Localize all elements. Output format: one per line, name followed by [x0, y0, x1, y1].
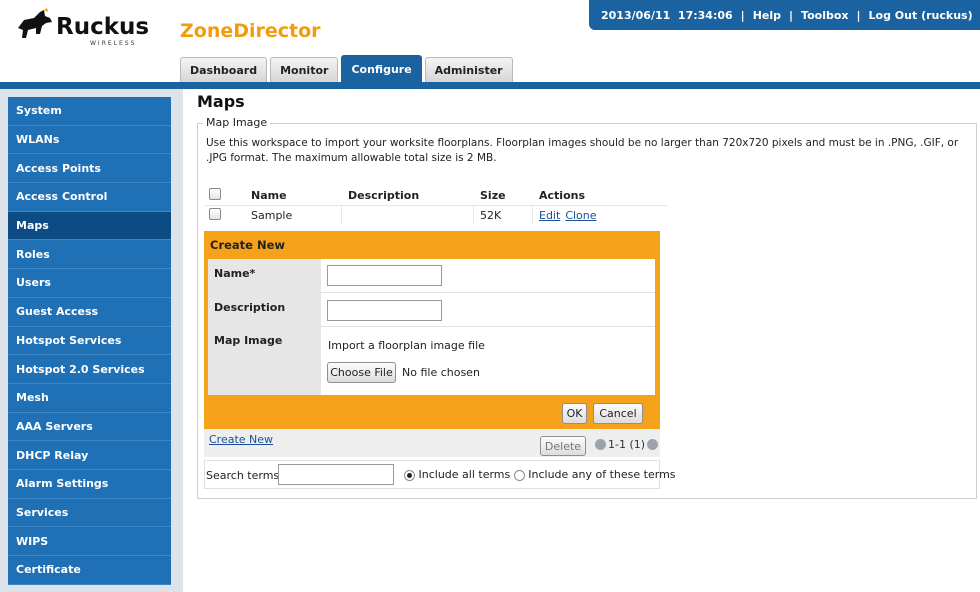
row-name: Sample	[230, 206, 342, 224]
sidebar-item-access-points[interactable]: Access Points	[8, 154, 171, 184]
separator: |	[789, 8, 794, 22]
top-bar: 2013/06/11 17:34:06 | Help | Toolbox | L…	[589, 0, 980, 30]
sidebar-item-wips[interactable]: WIPS	[8, 527, 171, 556]
sidebar-item-users[interactable]: Users	[8, 269, 171, 298]
sidebar-item-system[interactable]: System	[8, 97, 171, 126]
sidebar-item-roles[interactable]: Roles	[8, 240, 171, 270]
sidebar-item-maps[interactable]: Maps	[8, 211, 171, 241]
logo-word: Ruckus	[56, 14, 150, 40]
section-description: Use this workspace to import your worksi…	[206, 137, 959, 164]
sidebar-item-hotspot-2-services[interactable]: Hotspot 2.0 Services	[8, 355, 171, 384]
tab-underline-bar	[0, 82, 980, 89]
sidebar-item-mesh[interactable]: Mesh	[8, 383, 171, 413]
sidebar-item-services[interactable]: Services	[8, 498, 171, 528]
map-image-field-cell: Import a floorplan image file Choose Fil…	[321, 327, 655, 395]
sidebar-item-aaa-servers[interactable]: AAA Servers	[8, 412, 171, 442]
separator: |	[740, 8, 745, 22]
dog-logo-icon	[18, 8, 52, 38]
choose-file-button[interactable]: Choose File	[327, 362, 396, 383]
logo-subtitle: WIRELESS	[90, 40, 137, 47]
delete-button[interactable]: Delete	[540, 436, 586, 456]
select-all-checkbox[interactable]	[209, 188, 221, 200]
pager: 1-1 (1)	[595, 438, 659, 451]
tab-dashboard[interactable]: Dashboard	[180, 57, 268, 82]
column-header-actions: Actions	[539, 189, 585, 202]
tab-administer[interactable]: Administer	[424, 57, 513, 82]
row-size: 52K	[474, 206, 533, 224]
description-label: Description	[208, 293, 321, 327]
sidebar-item-guest-access[interactable]: Guest Access	[8, 297, 171, 327]
column-header-size[interactable]: Size	[474, 186, 533, 205]
section-legend: Map Image	[203, 116, 271, 129]
table-row: Sample 52K Edit Clone	[205, 205, 667, 224]
include-any-radio[interactable]	[513, 469, 525, 481]
description-field-cell	[321, 293, 655, 327]
description-input[interactable]	[327, 300, 442, 321]
clone-link[interactable]: Clone	[565, 209, 596, 222]
create-new-link[interactable]: Create New	[209, 433, 273, 446]
tab-configure[interactable]: Configure	[341, 55, 422, 82]
ruckus-logo: Ruckus WIRELESS	[14, 8, 164, 50]
column-header-description[interactable]: Description	[342, 186, 474, 205]
cancel-button[interactable]: Cancel	[593, 403, 643, 424]
include-all-radio[interactable]	[404, 469, 415, 481]
prev-page-icon[interactable]	[595, 439, 606, 450]
sidebar-item-wlans[interactable]: WLANs	[8, 125, 171, 155]
edit-link[interactable]: Edit	[539, 209, 560, 222]
sidebar-item-dhcp-relay[interactable]: DHCP Relay	[8, 441, 171, 470]
name-input[interactable]	[327, 265, 442, 286]
name-label: Name*	[208, 259, 321, 293]
help-link[interactable]: Help	[753, 9, 781, 22]
import-text: Import a floorplan image file	[328, 339, 485, 352]
page-title: Maps	[197, 92, 245, 111]
create-new-title: Create New	[210, 238, 286, 252]
include-all-label[interactable]: Include all terms	[419, 468, 511, 481]
map-image-label: Map Image	[208, 327, 321, 395]
name-field-cell	[321, 259, 655, 293]
sidebar-item-alarm-settings[interactable]: Alarm Settings	[8, 469, 171, 499]
no-file-chosen-text: No file chosen	[402, 366, 480, 379]
create-new-form: Name* Description Map Image Import a flo…	[208, 259, 655, 395]
search-input[interactable]	[278, 464, 394, 485]
product-name: ZoneDirector	[180, 20, 321, 42]
include-any-label[interactable]: Include any of these terms	[528, 468, 675, 481]
pager-text: 1-1 (1)	[608, 438, 646, 451]
table-footer: Create New Delete 1-1 (1)	[204, 429, 660, 457]
sidebar-item-access-control[interactable]: Access Control	[8, 183, 171, 212]
sidebar-item-certificate[interactable]: Certificate	[8, 556, 171, 585]
tab-monitor[interactable]: Monitor	[270, 57, 339, 82]
logout-link[interactable]: Log Out (ruckus)	[869, 9, 973, 22]
column-header-name[interactable]: Name	[230, 186, 342, 205]
row-description	[342, 206, 474, 224]
main-tabs: Dashboard Monitor Configure Administer	[180, 55, 516, 82]
separator: |	[856, 8, 861, 22]
sidebar-item-hotspot-services[interactable]: Hotspot Services	[8, 326, 171, 356]
search-bar: Search terms Include all terms Include a…	[204, 460, 676, 489]
maps-table: Name Description Size Actions Sample 52K…	[205, 186, 667, 224]
toolbox-link[interactable]: Toolbox	[801, 9, 848, 22]
row-checkbox[interactable]	[209, 207, 221, 220]
datetime: 2013/06/11 17:34:06	[601, 8, 733, 22]
search-label: Search terms	[206, 469, 280, 482]
sidebar: System WLANs Access Points Access Contro…	[0, 89, 183, 592]
create-new-panel: Create New Name* Description Map Image I…	[204, 231, 660, 429]
table-header: Name Description Size Actions	[205, 186, 667, 205]
next-page-icon[interactable]	[647, 439, 659, 450]
ok-button[interactable]: OK	[562, 403, 587, 424]
search-options: Include all terms Include any of these t…	[404, 468, 676, 481]
